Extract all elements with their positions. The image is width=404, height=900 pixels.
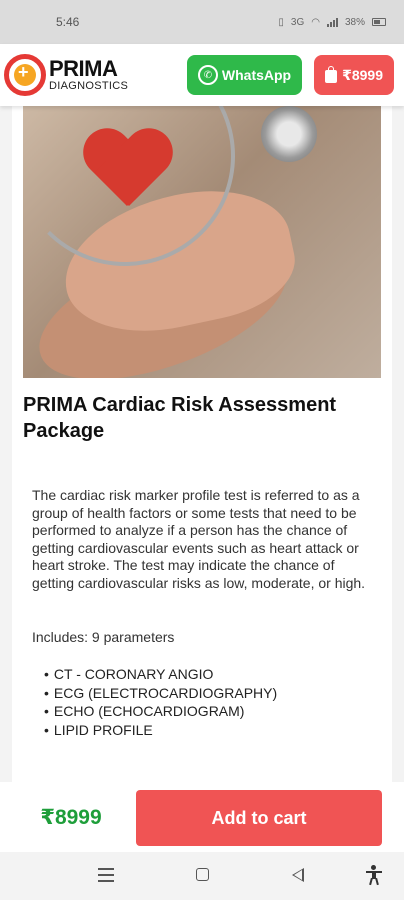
whatsapp-button[interactable]: ✆ WhatsApp <box>186 55 303 95</box>
battery-icon <box>372 18 386 26</box>
network-type: 3G <box>290 16 305 28</box>
accessibility-icon[interactable] <box>366 865 382 886</box>
list-item: LIPID PROFILE <box>44 721 392 740</box>
logo-mark-icon <box>4 54 46 96</box>
product-detail: PRIMA Cardiac Risk Assessment Package Th… <box>12 106 392 782</box>
parameter-list: CT - CORONARY ANGIO ECG (ELECTROCARDIOGR… <box>44 665 392 739</box>
whatsapp-label: WhatsApp <box>221 67 292 83</box>
status-bar: 5:46 ▯ 3G ◠ 38% <box>0 0 404 44</box>
checkout-bar: ₹8999 Add to cart <box>0 782 404 852</box>
brand-logo[interactable]: PRIMA DIAGNOSTICS <box>4 54 128 96</box>
product-description: The cardiac risk marker profile test is … <box>32 487 366 591</box>
shopping-bag-icon <box>325 66 338 83</box>
app-header: PRIMA DIAGNOSTICS ✆ WhatsApp ₹8999 <box>0 44 404 106</box>
wifi-icon: ◠ <box>311 16 320 28</box>
signal-icon <box>326 17 338 27</box>
whatsapp-icon: ✆ <box>197 65 218 85</box>
status-time: 5:46 <box>56 15 80 29</box>
recent-apps-icon[interactable] <box>98 868 114 886</box>
list-item: ECHO (ECHOCARDIOGRAM) <box>44 702 392 721</box>
list-item: CT - CORONARY ANGIO <box>44 665 392 684</box>
brand-name: PRIMA <box>49 56 118 81</box>
cart-price-button[interactable]: ₹8999 <box>314 55 394 95</box>
includes-label: Includes: 9 parameters <box>32 629 175 645</box>
product-image <box>23 106 381 378</box>
product-title: PRIMA Cardiac Risk Assessment Package <box>23 394 337 442</box>
list-item: ECG (ELECTROCARDIOGRAPHY) <box>44 684 392 703</box>
home-icon[interactable] <box>196 868 209 881</box>
total-price: ₹8999 <box>40 805 102 829</box>
back-icon[interactable] <box>292 868 304 882</box>
cart-price-label: ₹8999 <box>342 66 383 83</box>
brand-subtitle: DIAGNOSTICS <box>49 80 129 92</box>
vibrate-icon: ▯ <box>278 16 284 28</box>
stethoscope-illustration <box>261 106 317 162</box>
battery-percent: 38% <box>344 16 365 28</box>
status-icons: ▯ 3G ◠ 38% <box>278 17 386 28</box>
system-nav-bar <box>0 852 404 900</box>
add-to-cart-button[interactable]: Add to cart <box>136 790 382 846</box>
heart-illustration <box>81 130 173 218</box>
